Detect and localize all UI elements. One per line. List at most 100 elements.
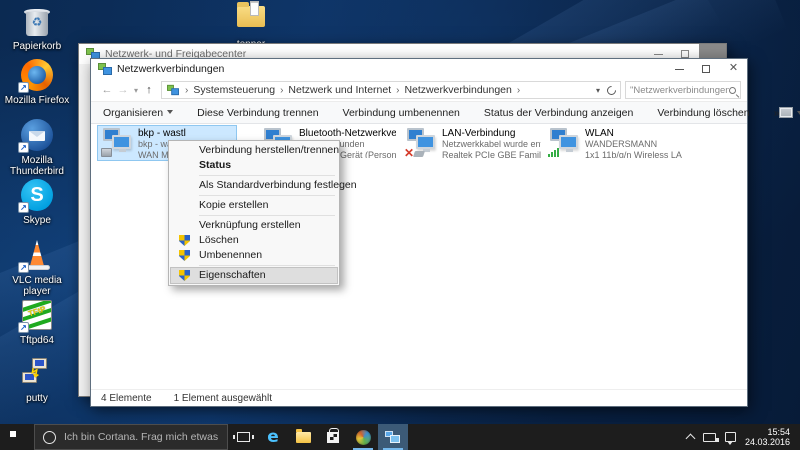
tray-chevron-up-icon[interactable] <box>686 434 696 444</box>
menu-item-rename[interactable]: Umbenennen <box>171 248 337 263</box>
delete-connection-button[interactable]: Verbindung löschen <box>657 107 749 119</box>
taskbar-clock[interactable]: 15:54 24.03.2016 <box>745 427 794 448</box>
taskbar-file-explorer-button[interactable] <box>288 424 318 450</box>
task-view-icon <box>237 432 250 442</box>
connection-name: LAN-Verbindung <box>442 128 541 139</box>
back-button[interactable]: ← <box>99 84 115 96</box>
task-view-button[interactable] <box>228 424 258 450</box>
refresh-icon[interactable] <box>605 84 618 97</box>
network-tray-icon[interactable] <box>703 433 716 442</box>
chevron-down-icon <box>167 110 173 114</box>
command-toolbar: Organisieren Diese Verbindung trennen Ve… <box>91 102 747 124</box>
menu-item-set-default-connection[interactable]: Als Standardverbindung festlegen <box>171 178 337 193</box>
clock-time: 15:54 <box>745 427 790 438</box>
up-button[interactable]: ↑ <box>141 84 157 96</box>
globe-app-icon <box>356 430 371 445</box>
cortana-placeholder: Ich bin Cortana. Frag mich etwas. <box>64 431 219 443</box>
breadcrumb-separator-icon: › <box>396 85 399 96</box>
maximize-button[interactable] <box>693 59 720 79</box>
thunderbird-icon: ↗ <box>20 118 54 152</box>
desktop-icon-label: putty <box>0 393 74 404</box>
menu-item-connect-disconnect[interactable]: Verbindung herstellen/trennen <box>171 143 337 158</box>
edge-icon: e <box>267 429 279 446</box>
shortcut-arrow-icon: ↗ <box>18 262 29 273</box>
cortana-icon <box>43 431 56 444</box>
connection-item-wlan[interactable]: WLAN WANDERSMANN 1x1 11b/g/n Wireless LA… <box>545 126 685 160</box>
menu-separator <box>199 215 335 216</box>
connection-status: Netzwerkkabel wurde entfernt <box>442 139 541 150</box>
desktop-icon-label: Tftpd64 <box>0 335 74 346</box>
breadcrumb-segment[interactable]: Netzwerk und Internet <box>288 84 391 96</box>
taskbar-network-connections-button[interactable] <box>378 424 408 450</box>
close-button[interactable]: ✕ <box>720 59 747 79</box>
desktop-icon-firefox[interactable]: ↗ Mozilla Firefox <box>0 58 74 106</box>
connection-device: Realtek PCIe GBE Family Controller <box>442 150 541 159</box>
address-bar: ← → ▾ ↑ › Systemsteuerung › Netzwerk und… <box>91 79 747 102</box>
folder-icon <box>234 2 268 36</box>
connection-name: WLAN <box>585 128 682 139</box>
breadcrumb-segment[interactable]: Netzwerkverbindungen <box>404 84 511 96</box>
items-count: 4 Elemente <box>101 393 152 404</box>
menu-item-create-copy[interactable]: Kopie erstellen <box>171 198 337 213</box>
shortcut-arrow-icon: ↗ <box>18 82 29 93</box>
status-bar: 4 Elemente 1 Element ausgewählt <box>91 389 747 406</box>
connection-status-button[interactable]: Status der Verbindung anzeigen <box>484 107 633 119</box>
taskbar-edge-button[interactable]: e <box>258 424 288 450</box>
desktop-icon-label: Mozilla Thunderbird <box>0 155 74 177</box>
file-explorer-icon <box>296 432 311 443</box>
window-title: Netzwerkverbindungen <box>117 63 224 75</box>
search-input[interactable]: "Netzwerkverbindungen" dur... <box>630 85 729 96</box>
desktop-icon-putty[interactable]: ↯ putty <box>0 356 74 404</box>
recent-pages-dropdown-icon[interactable]: ▾ <box>131 86 141 95</box>
desktop-icon-papierkorb[interactable]: ♻ Papierkorb <box>0 4 74 52</box>
minimize-button[interactable] <box>666 59 693 79</box>
action-center-icon[interactable] <box>725 432 736 442</box>
menu-separator <box>199 195 335 196</box>
menu-item-create-shortcut[interactable]: Verknüpfung erstellen <box>171 218 337 233</box>
menu-item-delete[interactable]: Löschen <box>171 233 337 248</box>
cortana-search-box[interactable]: Ich bin Cortana. Frag mich etwas. <box>34 424 228 450</box>
disconnect-connection-button[interactable]: Diese Verbindung trennen <box>197 107 318 119</box>
desktop-icon-tftpd64[interactable]: TFtP↗ Tftpd64 <box>0 298 74 346</box>
location-icon <box>167 85 179 95</box>
breadcrumb-separator-icon: › <box>517 85 520 96</box>
wifi-connection-icon <box>548 128 581 157</box>
change-view-button[interactable] <box>779 107 800 118</box>
menu-item-status[interactable]: Status <box>171 158 337 173</box>
windows-logo-icon <box>10 431 23 444</box>
forward-button[interactable]: → <box>115 84 131 96</box>
connection-status: WANDERSMANN <box>585 139 682 150</box>
address-dropdown-icon[interactable]: ▾ <box>596 86 600 95</box>
taskbar: Ich bin Cortana. Frag mich etwas. e 15:5… <box>0 424 800 450</box>
desktop-icon-thunderbird[interactable]: ↗ Mozilla Thunderbird <box>0 118 74 177</box>
system-tray: 15:54 24.03.2016 <box>687 427 800 448</box>
recycle-bin-icon: ♻ <box>20 4 54 38</box>
start-button[interactable] <box>0 424 34 450</box>
desktop-icon-vlc[interactable]: ↗ VLC media player <box>0 238 74 297</box>
shortcut-arrow-icon: ↗ <box>18 202 29 213</box>
taskbar-store-button[interactable] <box>318 424 348 450</box>
window-titlebar[interactable]: Netzwerkverbindungen ✕ <box>91 59 747 79</box>
phone-overlay-icon <box>101 148 112 157</box>
desktop-icon-skype[interactable]: S↗ Skype <box>0 178 74 226</box>
organize-menu-button[interactable]: Organisieren <box>103 107 173 119</box>
connection-name: bkp - wastl <box>138 128 186 139</box>
view-options-icon <box>779 107 793 118</box>
dialup-connection-icon <box>101 128 134 157</box>
rename-connection-button[interactable]: Verbindung umbenennen <box>343 107 460 119</box>
menu-separator <box>199 265 335 266</box>
uac-shield-icon <box>179 235 190 246</box>
tftpd64-icon: TFtP↗ <box>20 298 54 332</box>
connection-device: 1x1 11b/g/n Wireless LAN PCI Exp... <box>585 150 682 159</box>
putty-icon: ↯ <box>20 356 54 390</box>
taskbar-browser-app-button[interactable] <box>348 424 378 450</box>
search-box[interactable]: "Netzwerkverbindungen" dur... <box>625 81 741 99</box>
connection-item-lan[interactable]: ✕ LAN-Verbindung Netzwerkkabel wurde ent… <box>402 126 544 160</box>
desktop-icon-label: Skype <box>0 215 74 226</box>
shortcut-arrow-icon: ↗ <box>18 142 29 153</box>
breadcrumb[interactable]: › Systemsteuerung › Netzwerk und Interne… <box>161 81 621 99</box>
breadcrumb-segment[interactable]: Systemsteuerung <box>193 84 275 96</box>
context-menu: Verbindung herstellen/trennen Status Als… <box>168 140 340 286</box>
shortcut-arrow-icon: ↗ <box>18 322 29 333</box>
menu-item-properties[interactable]: Eigenschaften <box>171 268 337 283</box>
